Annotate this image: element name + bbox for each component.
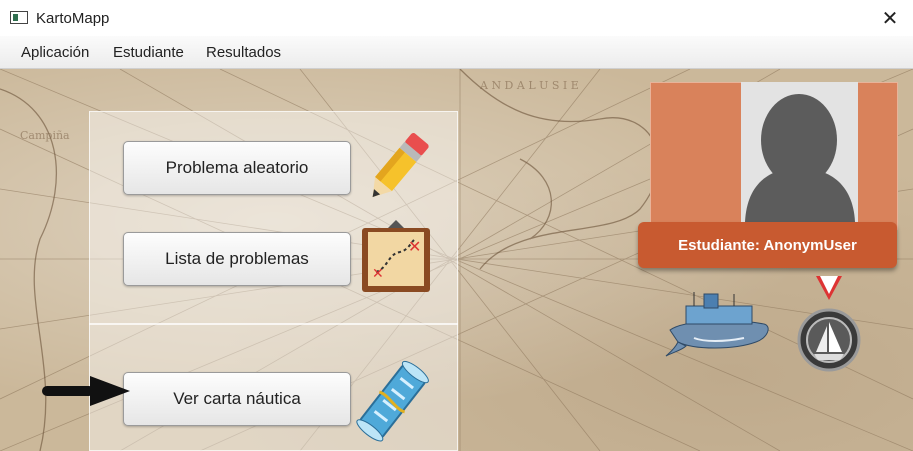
svg-text:Campiña: Campiña bbox=[20, 129, 70, 142]
svg-text:✕: ✕ bbox=[408, 237, 421, 256]
pencil-icon bbox=[372, 133, 429, 198]
close-button[interactable]: ✕ bbox=[867, 0, 913, 36]
random-problem-button[interactable]: Problema aleatorio bbox=[123, 141, 351, 195]
panel-divider bbox=[89, 323, 458, 325]
student-name-badge: Estudiante: AnonymUser bbox=[638, 222, 897, 268]
title-bar: KartoMapp ✕ bbox=[0, 0, 913, 36]
scroll-icon bbox=[356, 360, 429, 442]
close-icon: ✕ bbox=[881, 7, 899, 30]
menu-estudiante[interactable]: Estudiante bbox=[113, 44, 184, 61]
window-title: KartoMapp bbox=[36, 10, 110, 27]
avatar bbox=[741, 82, 858, 222]
ship-whale-icon bbox=[665, 292, 769, 357]
svg-text:A N D A L U S I E: A N D A L U S I E bbox=[479, 79, 579, 92]
nautical-chart-button[interactable]: Ver carta náutica bbox=[123, 372, 351, 426]
svg-text:✕: ✕ bbox=[372, 266, 384, 282]
user-silhouette-icon bbox=[745, 94, 855, 222]
menu-bar: Aplicación Estudiante Resultados bbox=[0, 36, 913, 69]
menu-aplicacion[interactable]: Aplicación bbox=[21, 44, 89, 61]
arrow-icon bbox=[42, 376, 130, 406]
medal-icon bbox=[797, 276, 861, 372]
problem-list-button[interactable]: Lista de problemas bbox=[123, 232, 351, 286]
app-icon bbox=[10, 11, 28, 24]
menu-resultados[interactable]: Resultados bbox=[206, 44, 281, 61]
treasure-map-icon: ✕ ✕ bbox=[362, 220, 430, 292]
